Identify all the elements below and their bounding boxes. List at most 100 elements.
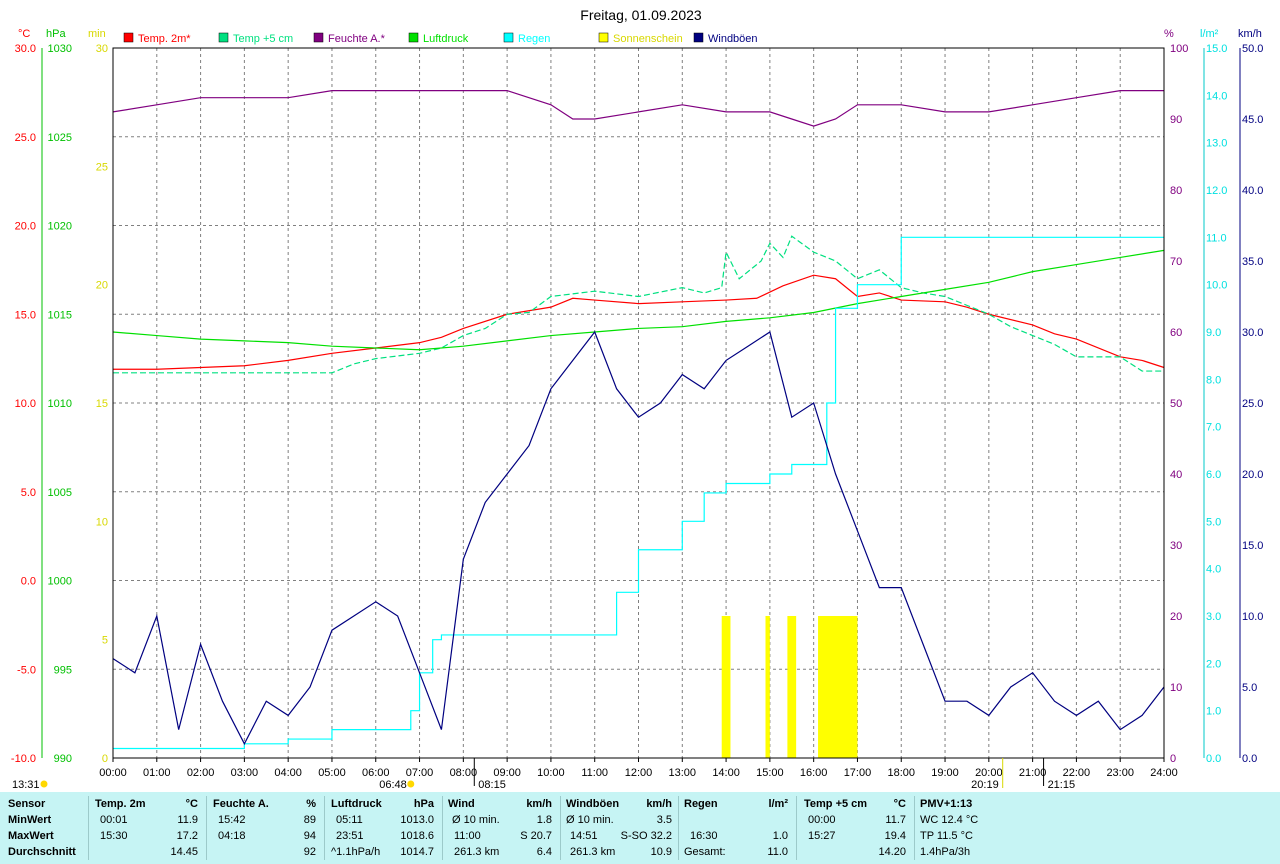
current-time-label: 13:31 (12, 779, 40, 791)
x-tick-label: 21:00 (1019, 767, 1047, 779)
x-tick-label: 20:00 (975, 767, 1003, 779)
axis-tick-humidity: 0 (1170, 753, 1176, 765)
axis-tick-gusts: 25.0 (1242, 398, 1263, 410)
axis-tick-sunshine: 10 (96, 516, 108, 528)
axis-unit-temp: °C (18, 28, 30, 40)
axis-tick-rain: 8.0 (1206, 374, 1221, 386)
axis-tick-rain: 0.0 (1206, 753, 1221, 765)
axis-tick-temp: 25.0 (15, 132, 36, 144)
row-label-max: MaxWert (8, 830, 54, 842)
stats-pmv: PMV+1:13 WC 12.4 °C TP 11.5 °C 1.4hPa/3h (914, 792, 1054, 864)
pressure-min-time: 05:11 (336, 814, 363, 826)
axis-tick-gusts: 15.0 (1242, 540, 1263, 552)
legend-label: Windböen (708, 33, 758, 45)
axis-tick-sunshine: 30 (96, 43, 108, 55)
humidity-max-time: 04:18 (218, 830, 246, 842)
axis-tick-humidity: 90 (1170, 114, 1182, 126)
axis-tick-pressure: 1015 (48, 309, 72, 321)
stats-temp5cm: Temp +5 cm °C 00:00 11.7 15:27 19.4 14.2… (796, 792, 914, 864)
row-label-avg: Durchschnitt (8, 846, 76, 858)
axis-tick-gusts: 10.0 (1242, 611, 1263, 623)
pmv-windchill: WC 12.4 °C (920, 814, 979, 826)
axis-tick-humidity: 10 (1170, 682, 1182, 694)
axis-tick-humidity: 70 (1170, 256, 1182, 268)
axis-unit-pressure: hPa (46, 28, 66, 40)
axis-tick-humidity: 40 (1170, 469, 1182, 481)
x-tick-label: 06:00 (362, 767, 390, 779)
temp5cm-avg: 14.20 (878, 846, 906, 858)
wind-max: S 20.7 (520, 830, 552, 842)
axis-tick-pressure: 995 (54, 664, 72, 676)
axis-tick-rain: 9.0 (1206, 327, 1221, 339)
wind-title: Wind (448, 798, 475, 810)
axis-tick-rain: 11.0 (1206, 232, 1227, 244)
temp5cm-unit: °C (893, 798, 906, 810)
x-tick-label: 10:00 (537, 767, 565, 779)
axis-tick-gusts: 50.0 (1242, 43, 1263, 55)
legend-label: Temp +5 cm (233, 33, 293, 45)
gusts-unit: km/h (646, 798, 672, 810)
x-tick-label: 14:00 (712, 767, 740, 779)
temp5cm-max-time: 15:27 (808, 830, 836, 842)
x-tick-label: 05:00 (318, 767, 346, 779)
temp2m-avg: 14.45 (170, 846, 198, 858)
axis-tick-temp: 20.0 (15, 221, 36, 233)
stats-temp2m: Temp. 2m °C 00:01 11.9 15:30 17.2 14.45 (88, 792, 206, 864)
axis-tick-rain: 7.0 (1206, 422, 1221, 434)
axis-tick-temp: -10.0 (11, 753, 36, 765)
wind-avg: 6.4 (536, 846, 552, 858)
x-tick-label: 23:00 (1106, 767, 1134, 779)
axis-tick-gusts: 20.0 (1242, 469, 1263, 481)
humidity-max: 94 (303, 830, 316, 842)
legend-swatch (693, 32, 704, 43)
wind-unit: km/h (526, 798, 552, 810)
axis-tick-pressure: 1010 (48, 398, 72, 410)
series-line (112, 330, 1165, 746)
legend-label: Temp. 2m* (138, 33, 191, 45)
legend-swatch (313, 32, 324, 43)
chart-title: Freitag, 01.09.2023 (580, 7, 702, 23)
x-tick-label: 08:00 (450, 767, 478, 779)
gusts-title: Windböen (566, 798, 620, 810)
humidity-unit: % (306, 798, 316, 810)
sunshine-bar (787, 616, 797, 758)
sunshine-bar (721, 616, 731, 758)
axis-tick-temp: 15.0 (15, 309, 36, 321)
legend-swatch (408, 32, 419, 43)
row-label-sensor: Sensor (8, 798, 46, 810)
x-tick-label: 12:00 (625, 767, 653, 779)
axis-tick-pressure: 1025 (48, 132, 72, 144)
axis-tick-gusts: 30.0 (1242, 327, 1263, 339)
sunshine-bar (765, 616, 770, 758)
axis-tick-rain: 13.0 (1206, 138, 1227, 150)
temp2m-min-time: 00:01 (100, 814, 128, 826)
axis-tick-rain: 6.0 (1206, 469, 1221, 481)
stats-wind: Wind km/h Ø 10 min. 1.8 11:00 S 20.7 261… (442, 792, 560, 864)
axis-tick-humidity: 20 (1170, 611, 1182, 623)
humidity-title: Feuchte A. (213, 798, 269, 810)
pressure-title: Luftdruck (331, 798, 382, 810)
temp5cm-min-time: 00:00 (808, 814, 836, 826)
pmv-title: PMV+1:13 (920, 798, 973, 810)
axis-tick-gusts: 0.0 (1242, 753, 1257, 765)
axis-tick-temp: 30.0 (15, 43, 36, 55)
rain-title: Regen (684, 798, 718, 810)
axis-unit-gusts: km/h (1238, 28, 1262, 40)
gusts-min-label: Ø 10 min. (566, 814, 614, 826)
legend-swatch (218, 32, 229, 43)
pressure-avg: 1014.7 (400, 846, 434, 858)
temp5cm-min: 11.7 (885, 814, 906, 826)
x-tick-label: 15:00 (756, 767, 784, 779)
gusts-max-time: 14:51 (570, 830, 598, 842)
pressure-unit: hPa (413, 798, 434, 810)
axis-tick-rain: 3.0 (1206, 611, 1221, 623)
stats-pressure: Luftdruck hPa 05:11 1013.0 23:51 1018.6 … (324, 792, 442, 864)
axis-tick-humidity: 100 (1170, 43, 1188, 55)
axis-tick-rain: 5.0 (1206, 516, 1221, 528)
axis-tick-rain: 10.0 (1206, 280, 1227, 292)
x-tick-label: 00:00 (99, 767, 127, 779)
grid (113, 48, 1164, 758)
pmv-dewpoint: TP 11.5 °C (920, 830, 973, 842)
axis-tick-humidity: 80 (1170, 185, 1182, 197)
moonset-label: 08:15 (478, 779, 506, 791)
